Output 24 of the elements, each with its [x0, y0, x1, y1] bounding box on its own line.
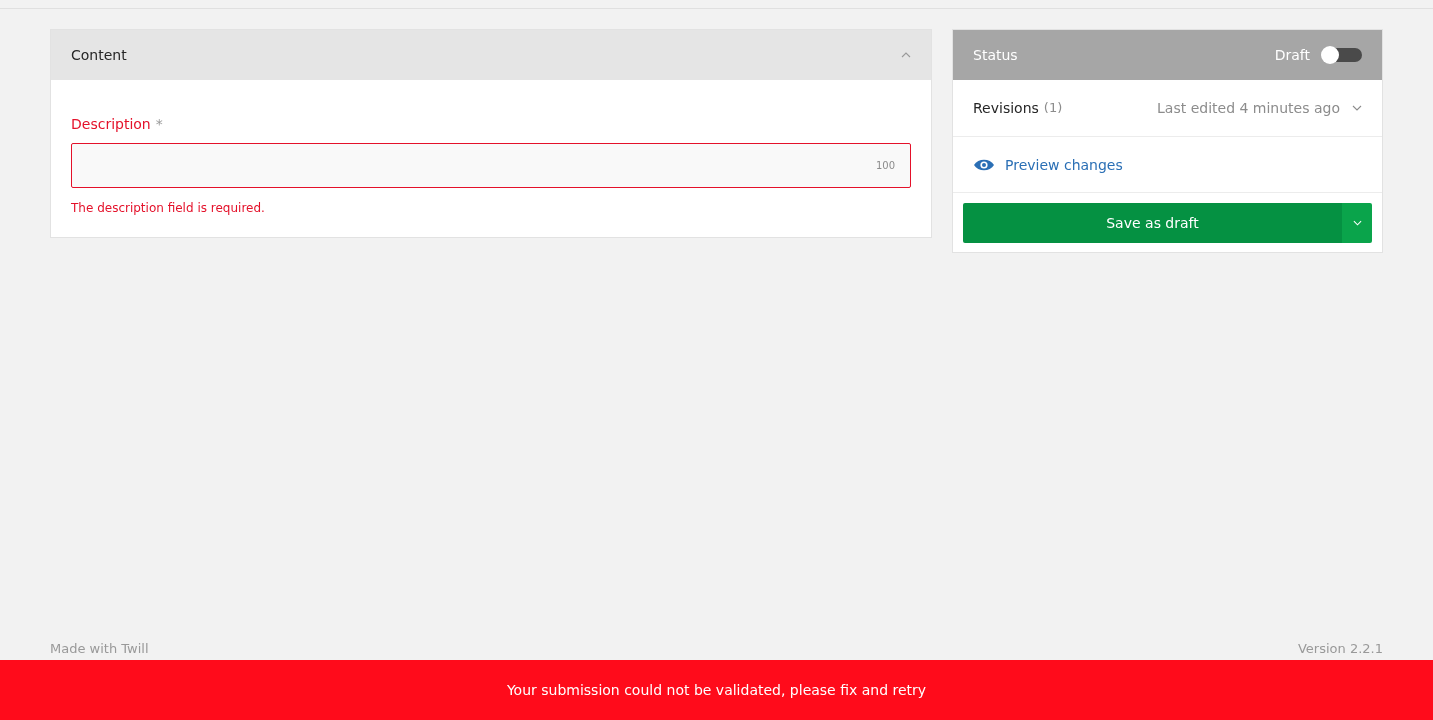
footer-credit: Made with Twill: [50, 641, 149, 658]
save-button[interactable]: Save as draft: [963, 202, 1342, 243]
toggle-label: Draft: [1274, 47, 1310, 63]
character-counter: 100: [875, 160, 895, 171]
preview-link[interactable]: Preview changes: [1005, 156, 1123, 173]
version-text: Version 2.2.1: [1298, 641, 1383, 658]
required-mark: *: [155, 116, 163, 132]
revisions-count: (1): [1043, 100, 1063, 116]
revisions-label: Revisions: [973, 100, 1039, 116]
field-label: Description: [71, 116, 151, 132]
error-banner-message: Your submission could not be validated, please fix and retry: [506, 682, 927, 698]
revisions-row[interactable]: Revisions (1) Last edited 4 minutes ago: [953, 80, 1382, 136]
error-message: The description field is required.: [71, 201, 266, 215]
last-edited-text: Last edited 4 minutes ago: [1157, 100, 1340, 116]
collapse-icon[interactable]: [901, 52, 911, 58]
description-field[interactable]: 100: [71, 143, 911, 188]
save-options-button[interactable]: [1342, 202, 1372, 243]
caret-icon: [1352, 219, 1362, 226]
panel-title: Content: [71, 47, 127, 63]
eye-icon: [973, 157, 995, 172]
publish-toggle[interactable]: [1323, 48, 1362, 62]
panel-title: Status: [973, 47, 1018, 63]
panel-header[interactable]: Content: [51, 30, 931, 80]
dropdown-chevron-icon[interactable]: [1352, 105, 1362, 111]
